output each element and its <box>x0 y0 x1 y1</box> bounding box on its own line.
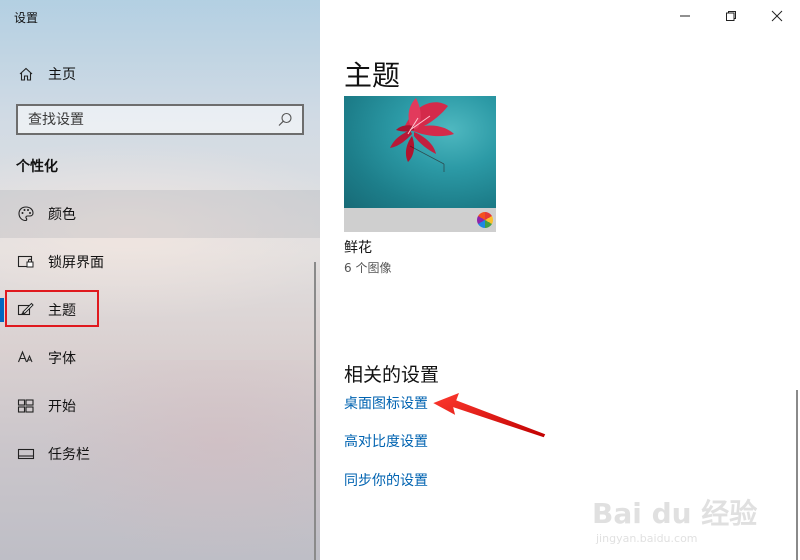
watermark-url: jingyan.baidu.com <box>596 532 698 545</box>
sidebar-item-label: 任务栏 <box>48 447 90 463</box>
sidebar-item-label: 字体 <box>48 351 76 367</box>
close-button[interactable] <box>754 0 800 32</box>
sidebar-item-start[interactable]: 开始 <box>0 382 320 430</box>
app-title: 设置 <box>14 11 39 25</box>
sidebar-item-label: 颜色 <box>48 207 76 223</box>
section-title: 个性化 <box>16 159 58 175</box>
sidebar-item-lock-screen[interactable]: 锁屏界面 <box>0 238 320 286</box>
theme-preview-image <box>344 96 496 208</box>
palette-icon <box>16 204 36 224</box>
watermark-brand: Bai du 经验 <box>592 497 758 530</box>
sidebar-item-label: 锁屏界面 <box>48 255 104 271</box>
sidebar-item-label: 主页 <box>48 67 76 83</box>
nav-list: 颜色 锁屏界面 主题 字体 开始 任务栏 <box>0 190 320 478</box>
theme-name: 鲜花 <box>344 240 372 256</box>
restore-icon <box>726 11 736 21</box>
search-input[interactable] <box>28 111 258 128</box>
page-title: 主题 <box>344 59 401 92</box>
sidebar-item-colors[interactable]: 颜色 <box>0 190 320 238</box>
sidebar-scrollbar[interactable] <box>314 262 316 560</box>
home-icon <box>16 64 36 84</box>
main-scrollbar[interactable] <box>796 390 798 560</box>
search-icon[interactable] <box>276 111 294 129</box>
theme-image-count: 6 个图像 <box>344 261 392 275</box>
related-settings-title: 相关的设置 <box>344 364 440 386</box>
annotation-highlight-box <box>5 290 99 327</box>
active-indicator <box>0 298 4 322</box>
font-icon <box>16 348 36 368</box>
start-icon <box>16 396 36 416</box>
window-controls <box>662 0 800 32</box>
sidebar-item-home[interactable]: 主页 <box>0 58 320 90</box>
theme-color-bar <box>344 208 496 232</box>
lock-screen-icon <box>16 252 36 272</box>
sync-settings-link[interactable]: 同步你的设置 <box>344 470 428 490</box>
desktop-icon-settings-link[interactable]: 桌面图标设置 <box>344 393 428 413</box>
taskbar-icon <box>16 444 36 464</box>
restore-button[interactable] <box>708 0 754 32</box>
main-content: 主题 鲜花 6 个图像 相关的设置 桌面图标设置 高对比度设置 同步你的设置 <box>320 0 800 560</box>
close-icon <box>771 10 783 22</box>
sidebar: 设置 主页 个性化 颜色 锁屏界面 <box>0 0 320 560</box>
flower-image <box>390 98 454 172</box>
high-contrast-settings-link[interactable]: 高对比度设置 <box>344 431 428 451</box>
sidebar-item-fonts[interactable]: 字体 <box>0 334 320 382</box>
color-wheel-icon <box>477 212 493 228</box>
sidebar-item-label: 开始 <box>48 399 76 415</box>
theme-card[interactable] <box>344 96 496 232</box>
sidebar-item-taskbar[interactable]: 任务栏 <box>0 430 320 478</box>
search-box[interactable] <box>16 104 304 135</box>
minimize-button[interactable] <box>662 0 708 32</box>
watermark: Bai du 经验 jingyan.baidu.com <box>592 492 772 545</box>
minimize-icon <box>680 15 690 17</box>
annotation-arrow-icon <box>432 392 547 439</box>
